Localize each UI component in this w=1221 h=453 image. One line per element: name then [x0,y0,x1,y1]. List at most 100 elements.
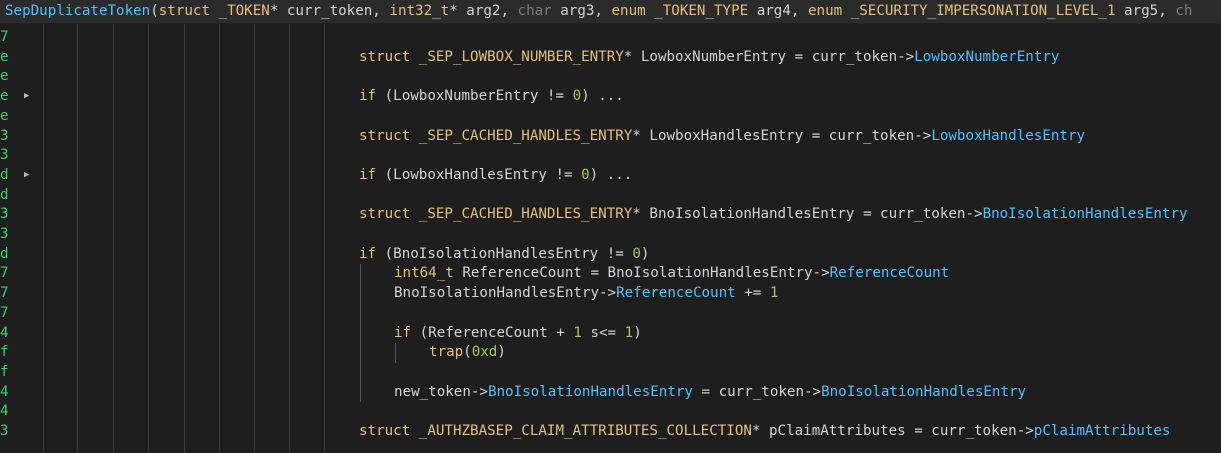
signature-token: * arg2, [449,3,518,19]
code-token: (ReferenceCount + [411,324,574,341]
signature-token[interactable]: SepDuplicateToken [5,3,150,19]
gutter-marker: e [0,107,9,124]
code-token: (LowboxHandlesEntry != [376,166,582,183]
signature-token: ch [1175,3,1193,19]
code-token: ) ... [589,166,633,183]
code-token: (BnoIsolationHandlesEntry != [376,245,633,262]
code-token: ) [497,344,506,361]
code-token: BnoIsolationHandlesEntry-> [394,285,617,302]
code-line[interactable]: if (ReferenceCount + 1 s<= 1) [394,323,642,343]
code-token: struct _AUTHZBASEP_CLAIM_ATTRIBUTES_COLL… [359,423,752,439]
code-token: 0 [572,88,582,105]
scope-guide-line [148,24,149,453]
signature-token: enum _SECURITY_IMPERSONATION_LEVEL_1 [807,3,1116,19]
code-line[interactable]: struct _SEP_LOWBOX_NUMBER_ENTRY* LowboxN… [359,47,1059,67]
block-guide-line [360,264,361,403]
code-token: * LowboxNumberEntry = curr_token-> [623,48,915,65]
code-token: ) [640,245,650,262]
gutter-marker: 3 [0,423,9,439]
gutter-marker: 4 [0,403,9,420]
signature-token: arg4, [748,3,808,19]
code-line[interactable]: struct _SEP_CACHED_HANDLES_ENTRY* Lowbox… [359,126,1085,146]
scope-guide-line [324,24,325,453]
code-token: ) [633,324,642,341]
gutter-marker: 7 [0,304,9,321]
gutter-marker: 7 [0,29,9,45]
code-token: ) ... [581,88,624,105]
code-token: struct _SEP_LOWBOX_NUMBER_ENTRY [359,48,624,65]
code-token: new_token-> [394,383,488,400]
line-gutter: 7 e e e e 3 3 d d 3 3 d 7 7 7 4 f f 4 4 3 ▶ ▶ [0,24,46,453]
code-line[interactable]: int64_t ReferenceCount = BnoIsolationHan… [394,263,949,283]
block-guide-line [395,343,396,363]
code-token: * BnoIsolationHandlesEntry = curr_token-… [632,206,983,223]
scope-guide-line [219,24,220,453]
gutter-marker: d [0,166,9,183]
fold-expand-icon[interactable]: ▶ [24,165,29,185]
code-line[interactable]: if (BnoIsolationHandlesEntry != 0) [359,244,649,264]
code-token: (LowboxNumberEntry != [376,88,573,105]
code-token: if [359,166,377,183]
code-token: struct _SEP_CACHED_HANDLES_ENTRY [359,127,633,144]
gutter-marker: 3 [0,147,9,164]
code-token: if [359,245,377,262]
gutter-marker: 3 [0,226,9,242]
scope-guide-line [77,24,78,453]
code-token: struct _SEP_CACHED_HANDLES_ENTRY [359,206,633,223]
code-line[interactable]: if (LowboxHandlesEntry != 0) ... [359,165,632,185]
gutter-marker: 7 [0,265,9,282]
field-reference[interactable]: pClaimAttributes [1034,423,1171,439]
gutter-marker: e [0,48,9,65]
signature-token: arg3, [551,3,612,19]
gutter-marker: e [0,68,9,85]
signature-token: ( [150,3,159,19]
signature-token: arg5, [1115,3,1176,19]
code-token: int64_t [394,265,454,282]
field-reference[interactable]: ReferenceCount [616,285,736,301]
gutter-marker: f [0,363,9,380]
code-token: 1 [573,324,582,341]
gutter-marker: 7 [0,285,9,302]
code-token: * pClaimAttributes = curr_token-> [751,423,1034,439]
gutter-marker: d [0,245,9,262]
code-line[interactable]: struct _SEP_CACHED_HANDLES_ENTRY* BnoIso… [359,204,1188,224]
field-reference[interactable]: LowboxHandlesEntry [931,128,1085,144]
signature-token: int32_t [389,3,450,19]
code-token: 0xd [471,344,498,361]
scope-guide-line [184,24,185,453]
scope-guide-line [254,24,255,453]
scope-guide-line [113,24,114,453]
gutter-marker: f [0,344,9,361]
gutter-marker: 3 [0,127,9,144]
field-reference[interactable]: BnoIsolationHandlesEntry [821,384,1026,400]
code-line[interactable]: if (LowboxNumberEntry != 0) ... [359,86,624,106]
field-reference[interactable]: ReferenceCount [830,265,950,281]
field-reference[interactable]: LowboxNumberEntry [914,49,1059,65]
code-token: += [735,285,770,302]
gutter-marker: 4 [0,383,9,400]
code-token: 0 [632,245,641,262]
gutter-marker: 4 [0,324,9,341]
code-token: trap [429,344,464,361]
scope-guide-line [289,24,290,453]
field-reference[interactable]: BnoIsolationHandlesEntry [983,206,1188,222]
code-token: if [359,88,377,105]
gutter-marker: 3 [0,206,9,223]
code-line[interactable]: BnoIsolationHandlesEntry->ReferenceCount… [394,283,778,303]
code-token: = curr_token-> [692,383,822,400]
signature-token: enum _TOKEN_TYPE [611,3,749,19]
gutter-marker: e [0,88,9,105]
code-token: 1 [769,285,779,302]
code-token: s<= [581,324,625,341]
code-token: 1 [624,324,634,341]
gutter-marker: d [0,186,9,203]
code-line[interactable]: new_token->BnoIsolationHandlesEntry = cu… [394,382,1026,402]
code-token: ( [463,344,472,361]
signature-token: struct _TOKEN [158,3,270,19]
code-token: if [394,324,412,341]
code-line[interactable]: struct _AUTHZBASEP_CLAIM_ATTRIBUTES_COLL… [359,421,1170,441]
fold-expand-icon[interactable]: ▶ [24,86,29,106]
code-line[interactable]: trap(0xd) [429,342,506,362]
field-reference[interactable]: BnoIsolationHandlesEntry [488,384,693,400]
code-token: 0 [581,166,590,183]
